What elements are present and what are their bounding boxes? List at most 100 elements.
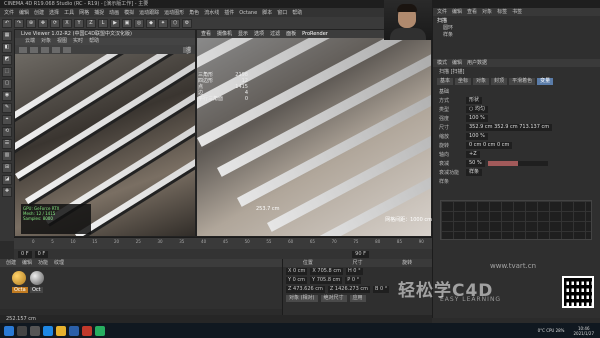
folder-icon[interactable] [56, 325, 66, 336]
viewport-menu-item[interactable]: 显示 [238, 30, 248, 38]
refresh-icon[interactable] [52, 46, 60, 53]
coordinate-button[interactable]: 应用 [349, 295, 366, 302]
toolbar-button-icon[interactable]: ✥ [38, 18, 48, 28]
attribute-menu-item[interactable]: 用户数据 [467, 59, 487, 67]
menu-item[interactable]: 帮助 [292, 9, 302, 16]
toolbar-button-icon[interactable]: ✦ [158, 18, 168, 28]
live-viewer-render[interactable]: GPU: GeForce RTX Mesh: 12 / 1415 Samples… [15, 54, 195, 236]
object-item[interactable]: 圆环 [437, 25, 596, 32]
viewport-menu-item[interactable]: 选项 [254, 30, 264, 38]
toolbar-button-icon[interactable]: ◎ [134, 18, 144, 28]
left-tool-icon[interactable]: ⬚ [2, 67, 12, 77]
viewport-menu-item[interactable]: 摄像机 [217, 30, 232, 38]
attribute-tab[interactable]: 封顶 [491, 78, 508, 85]
attribute-field[interactable]: +Z [466, 151, 480, 158]
material-menu-item[interactable]: 创建 [6, 259, 16, 267]
attribute-field[interactable]: 0 cm 0 cm 0 cm [466, 142, 513, 149]
attribute-tab[interactable]: 基本 [437, 78, 454, 85]
left-tool-icon[interactable]: ✚ [2, 187, 12, 197]
menu-item[interactable]: 文件 [4, 9, 14, 16]
toolbar-button-icon[interactable]: ⊕ [26, 18, 36, 28]
cinema4d-icon[interactable] [69, 325, 79, 336]
toolbar-button-icon[interactable]: Y [74, 18, 84, 28]
viewport-menu-item[interactable]: 面板 [286, 30, 296, 38]
coordinate-button[interactable]: 对象 (相对) [286, 295, 318, 302]
menu-item[interactable]: 插件 [224, 9, 234, 16]
menu-item[interactable]: 运动跟踪 [139, 9, 159, 16]
menu-item[interactable]: 工具 [64, 9, 74, 16]
attribute-field[interactable]: 100 % [466, 133, 488, 140]
toolbar-button-icon[interactable]: ▣ [122, 18, 132, 28]
lock-icon[interactable] [63, 46, 71, 53]
coordinate-field[interactable]: Z 473.626 cm [286, 286, 325, 293]
object-manager-menu-item[interactable]: 标签 [497, 8, 507, 16]
menu-item[interactable]: 脚本 [262, 9, 272, 16]
left-tool-icon[interactable]: ⌖ [2, 115, 12, 125]
material-menu-item[interactable]: 功能 [38, 259, 48, 267]
attribute-field[interactable]: 100 % [466, 115, 488, 122]
left-tool-icon[interactable]: ◉ [2, 91, 12, 101]
object-manager-menu-item[interactable]: 查看 [467, 8, 477, 16]
left-tool-icon[interactable]: ▦ [2, 31, 12, 41]
material-menu-item[interactable]: 编辑 [22, 259, 32, 267]
menu-item[interactable]: 运动图形 [164, 9, 184, 16]
end-frame-field[interactable]: 90 F [352, 250, 369, 258]
coordinate-field[interactable]: B 0 ° [373, 286, 390, 293]
viewport-menu-item[interactable]: 过滤 [270, 30, 280, 38]
attribute-tab[interactable]: 对象 [473, 78, 490, 85]
material-swatch[interactable] [12, 271, 26, 285]
toolbar-button-icon[interactable]: ⬡ [170, 18, 180, 28]
toolbar-button-icon[interactable]: Z [86, 18, 96, 28]
object-manager-menu-item[interactable]: 文件 [437, 8, 447, 16]
toolbar-button-icon[interactable]: ↷ [14, 18, 24, 28]
left-tool-icon[interactable]: ▢ [2, 79, 12, 89]
toolbar-button-icon[interactable]: ⟳ [50, 18, 60, 28]
coordinate-field[interactable]: Y 0 cm [286, 277, 308, 284]
attribute-field[interactable]: ○ 均匀 [466, 106, 488, 113]
toolbar-button-icon[interactable]: ◆ [146, 18, 156, 28]
task-view-icon[interactable] [30, 325, 40, 336]
coordinate-field[interactable]: H 0 ° [345, 268, 363, 275]
left-tool-icon[interactable]: ⟲ [2, 127, 12, 137]
live-viewer-menu-item[interactable]: 对象 [41, 38, 51, 45]
attribute-tab[interactable]: 平滑着色 [509, 78, 536, 85]
left-tool-icon[interactable]: ◪ [2, 175, 12, 185]
search-icon[interactable] [17, 325, 27, 336]
menu-item[interactable]: 编辑 [19, 9, 29, 16]
perspective-viewport[interactable]: 查看 摄像机 显示 选项 过滤 面板 ProRender [196, 29, 432, 237]
toolbar-button-icon[interactable]: ↶ [2, 18, 12, 28]
left-tool-icon[interactable]: ◩ [2, 55, 12, 65]
render-mode-dropdown[interactable]: 漫反射 [183, 46, 191, 65]
viewport-menu-item[interactable]: ProRender [302, 30, 328, 38]
material-swatch[interactable] [30, 271, 44, 285]
toolbar-button-icon[interactable]: ▶ [110, 18, 120, 28]
left-tool-icon[interactable]: ◧ [2, 43, 12, 53]
timeline[interactable]: 0 5 10 15 20 25 30 35 40 45 50 55 60 65 70 75 80 85 90 [14, 237, 432, 249]
attribute-tab[interactable]: 变量 [537, 78, 554, 85]
live-viewer-menu-item[interactable]: 帮助 [89, 38, 99, 45]
toolbar-button-icon[interactable]: L [98, 18, 108, 28]
attribute-tab[interactable]: 坐标 [455, 78, 472, 85]
menu-item[interactable]: 创建 [34, 9, 44, 16]
attribute-field[interactable]: 352.9 cm 352.9 cm 713.137 cm [466, 124, 553, 131]
falloff-slider[interactable] [487, 161, 548, 166]
app-icon[interactable] [82, 325, 92, 336]
attribute-field[interactable]: 形状 [466, 97, 483, 104]
stop-icon[interactable] [30, 46, 38, 53]
app-icon[interactable] [95, 325, 105, 336]
live-viewer-menu-item[interactable]: 云端 [25, 38, 35, 45]
menu-item[interactable]: 角色 [189, 9, 199, 16]
material-menu-item[interactable]: 纹理 [54, 259, 64, 267]
coordinate-field[interactable]: Y 705.8 cm [310, 277, 343, 284]
live-viewer-menu-item[interactable]: 实时 [73, 38, 83, 45]
function-dropdown[interactable]: 样条 [466, 169, 483, 176]
browser-icon[interactable] [43, 325, 53, 336]
live-viewer-menu-item[interactable]: 视图 [57, 38, 67, 45]
object-manager-menu-item[interactable]: 编辑 [452, 8, 462, 16]
menu-item[interactable]: 选择 [49, 9, 59, 16]
pause-icon[interactable] [41, 46, 49, 53]
coordinate-field[interactable]: X 0 cm [286, 268, 308, 275]
left-tool-icon[interactable]: ⊞ [2, 163, 12, 173]
menu-item[interactable]: 模拟 [124, 9, 134, 16]
coordinate-field[interactable]: Z 1426.273 cm [327, 286, 370, 293]
